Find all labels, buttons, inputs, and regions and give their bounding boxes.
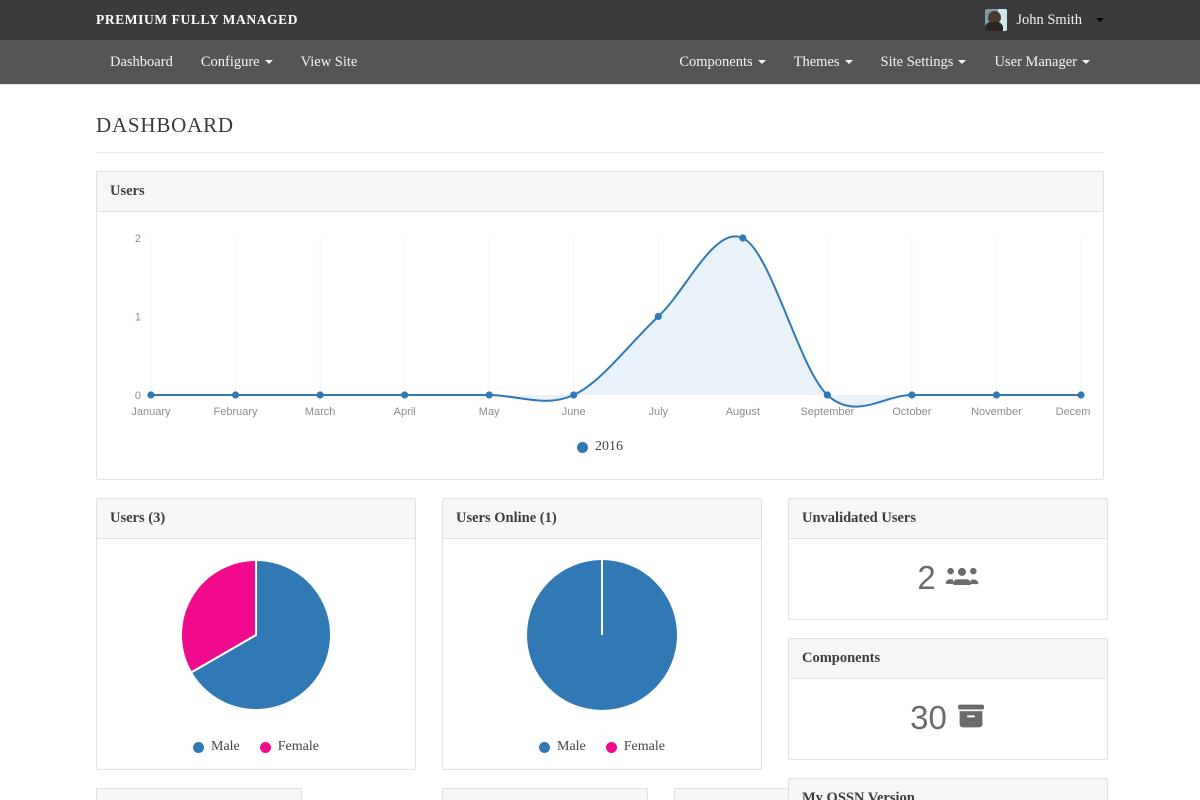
nav-right-group: Components Themes Site Settings User Man… bbox=[665, 40, 1104, 84]
svg-text:2: 2 bbox=[135, 233, 141, 245]
dashboard-columns: Users (3) Male Female bbox=[96, 480, 1104, 800]
nav-item-dashboard[interactable]: Dashboard bbox=[96, 40, 187, 84]
legend-male: Male bbox=[193, 739, 240, 755]
nav-item-themes[interactable]: Themes bbox=[780, 40, 867, 84]
nav-left-group: Dashboard Configure View Site bbox=[96, 40, 371, 84]
users-online-pie-body: Male Female bbox=[443, 539, 761, 769]
brand-title: PREMIUM FULLY MANAGED bbox=[96, 12, 298, 28]
users-group-icon bbox=[945, 563, 979, 594]
legend-label-male: Male bbox=[557, 739, 586, 755]
svg-text:July: July bbox=[648, 406, 668, 418]
svg-text:August: August bbox=[726, 406, 760, 418]
ram-usage-title: Ram Usage bbox=[443, 789, 647, 800]
chevron-down-icon bbox=[265, 60, 273, 64]
users-online-pie-panel: Users Online (1) Male Female bbox=[442, 498, 762, 770]
users-chart-title: Users bbox=[97, 172, 1103, 212]
svg-text:February: February bbox=[214, 406, 259, 418]
gauge-row-middle: Ram Usage CPU Usage bbox=[442, 770, 762, 800]
legend-color-dot-male bbox=[539, 742, 550, 753]
legend-label-female: Female bbox=[278, 739, 319, 755]
nav-label: View Site bbox=[301, 54, 358, 71]
users-line-chart[interactable]: 0 1 2 January February March April May June July A… bbox=[109, 222, 1091, 427]
svg-text:June: June bbox=[562, 406, 586, 418]
unvalidated-users-body: 2 bbox=[789, 539, 1107, 619]
components-body: 30 bbox=[789, 679, 1107, 759]
legend-color-dot-female bbox=[260, 742, 271, 753]
line-chart-svg: 0 1 2 January February March April May June July A… bbox=[109, 222, 1091, 427]
users-pie-panel: Users (3) Male Female bbox=[96, 498, 416, 770]
users-online-pie-chart[interactable] bbox=[452, 555, 752, 720]
nav-label: Components bbox=[679, 54, 752, 71]
svg-text:March: March bbox=[305, 406, 336, 418]
users-pie-chart[interactable] bbox=[106, 555, 406, 720]
nav-label: Site Settings bbox=[881, 54, 954, 71]
nav-item-site-settings[interactable]: Site Settings bbox=[867, 40, 981, 84]
nav-item-view-site[interactable]: View Site bbox=[287, 40, 372, 84]
unvalidated-users-value: 2 bbox=[917, 559, 935, 597]
svg-text:November: November bbox=[971, 406, 1022, 418]
users-pie-body: Male Female bbox=[97, 539, 415, 769]
components-title: Components bbox=[789, 639, 1107, 679]
legend-male: Male bbox=[539, 739, 586, 755]
components-value: 30 bbox=[910, 699, 947, 737]
column-left: Users (3) Male Female bbox=[96, 480, 416, 800]
chevron-down-icon bbox=[758, 60, 766, 64]
svg-text:April: April bbox=[394, 406, 416, 418]
nav-label: Configure bbox=[201, 54, 260, 71]
users-online-pie-legend: Male Female bbox=[443, 725, 761, 755]
nav-label: User Manager bbox=[994, 54, 1077, 71]
main-navigation: Dashboard Configure View Site Components… bbox=[0, 40, 1200, 85]
chevron-down-icon bbox=[958, 60, 966, 64]
svg-text:October: October bbox=[892, 406, 931, 418]
components-panel: Components 30 bbox=[788, 638, 1108, 760]
column-right: Unvalidated Users 2 Components 30 bbox=[788, 480, 1108, 800]
users-pie-legend: Male Female bbox=[97, 725, 415, 755]
nav-item-components[interactable]: Components bbox=[665, 40, 779, 84]
page-content: DASHBOARD Users 0 1 2 January February March A… bbox=[0, 85, 1200, 800]
legend-label-female: Female bbox=[624, 739, 665, 755]
users-chart-panel: Users 0 1 2 January February March April May Jun… bbox=[96, 171, 1104, 480]
unvalidated-users-panel: Unvalidated Users 2 bbox=[788, 498, 1108, 620]
page-title: DASHBOARD bbox=[96, 85, 1104, 153]
user-name-label: John Smith bbox=[1016, 12, 1082, 29]
top-bar: PREMIUM FULLY MANAGED John Smith bbox=[0, 0, 1200, 40]
ram-usage-panel: Ram Usage bbox=[442, 788, 648, 800]
nav-item-user-manager[interactable]: User Manager bbox=[980, 40, 1104, 84]
legend-label-male: Male bbox=[211, 739, 240, 755]
chevron-down-icon bbox=[845, 60, 853, 64]
svg-text:1: 1 bbox=[135, 312, 141, 324]
legend-color-dot-female bbox=[606, 742, 617, 753]
user-avatar bbox=[985, 9, 1007, 31]
legend-label-year: 2016 bbox=[595, 439, 623, 455]
ossn-version-panel: My OSSN Version 4.1 bbox=[788, 778, 1108, 800]
users-online-pie-title: Users Online (1) bbox=[443, 499, 761, 539]
line-chart-legend: 2016 bbox=[109, 427, 1091, 469]
svg-text:January: January bbox=[131, 406, 171, 418]
disk-space-title: Disk Space bbox=[97, 789, 301, 800]
disk-space-panel: Disk Space bbox=[96, 788, 302, 800]
chevron-down-icon bbox=[1082, 60, 1090, 64]
archive-box-icon bbox=[956, 703, 986, 734]
legend-color-dot bbox=[577, 442, 588, 453]
users-pie-title: Users (3) bbox=[97, 499, 415, 539]
svg-text:September: September bbox=[800, 406, 854, 418]
svg-text:May: May bbox=[479, 406, 500, 418]
chevron-down-icon bbox=[1096, 18, 1104, 22]
column-middle: Users Online (1) Male Female bbox=[442, 480, 762, 800]
unvalidated-users-title: Unvalidated Users bbox=[789, 499, 1107, 539]
svg-text:December: December bbox=[1056, 406, 1091, 418]
svg-text:0: 0 bbox=[135, 390, 141, 402]
user-menu[interactable]: John Smith bbox=[985, 9, 1104, 31]
legend-female: Female bbox=[606, 739, 665, 755]
users-chart-body: 0 1 2 January February March April May June July A… bbox=[97, 212, 1103, 479]
legend-color-dot-male bbox=[193, 742, 204, 753]
ossn-version-title: My OSSN Version bbox=[789, 779, 1107, 800]
legend-female: Female bbox=[260, 739, 319, 755]
nav-item-configure[interactable]: Configure bbox=[187, 40, 287, 84]
nav-label: Themes bbox=[794, 54, 840, 71]
nav-label: Dashboard bbox=[110, 54, 173, 71]
